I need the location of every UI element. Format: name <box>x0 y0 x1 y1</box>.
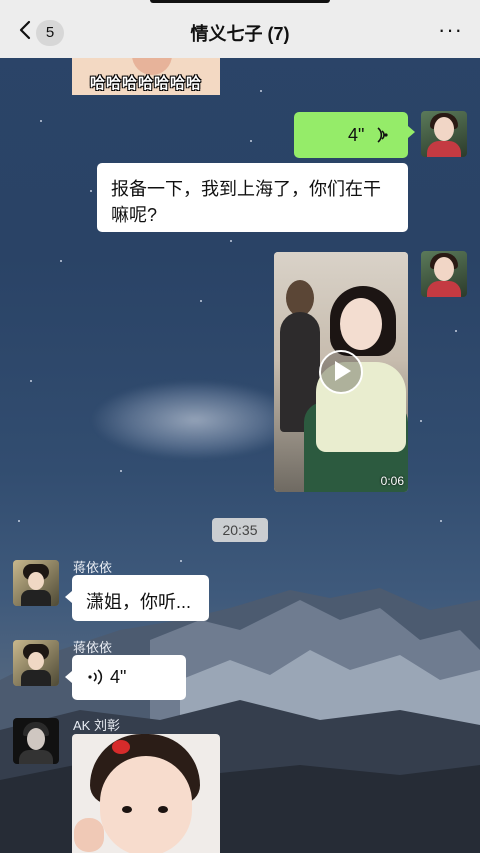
bubble-tail <box>65 591 72 603</box>
my-avatar[interactable] <box>421 111 467 157</box>
sender-name: 蒋依依 <box>73 640 113 655</box>
my-avatar[interactable] <box>421 251 467 297</box>
message-text: 潇姐，你听... <box>86 592 192 612</box>
video-message[interactable]: 0:06 <box>274 252 408 492</box>
voice-wave-icon <box>88 669 103 685</box>
message-text-line2: 嘛呢? <box>111 205 158 225</box>
voice-duration: 4" <box>348 125 365 145</box>
sender-avatar-jiang[interactable] <box>13 560 59 606</box>
more-options-icon[interactable]: ··· <box>438 19 462 42</box>
bubble-tail <box>65 671 72 683</box>
chat-header: 5 情义七子 (7) ··· <box>0 0 480 58</box>
message-text-line1: 报备一下，我到上海了，你们在干 <box>111 179 381 199</box>
sticker-image-bottom[interactable] <box>72 734 220 853</box>
sticker-caption: 哈哈哈哈哈哈哈 <box>89 75 202 92</box>
time-divider: 20:35 <box>212 518 268 542</box>
voice-duration: 4" <box>110 667 127 687</box>
bubble-tail <box>408 126 415 138</box>
cloud <box>90 380 300 460</box>
sticker-image-top[interactable]: 哈哈哈哈哈哈哈 <box>72 55 220 95</box>
voice-message-bubble[interactable]: 4" <box>294 112 408 158</box>
sender-avatar-ak[interactable] <box>13 718 59 764</box>
sender-name: 蒋依依 <box>73 560 113 575</box>
text-message-bubble[interactable]: 潇姐，你听... <box>72 575 209 621</box>
group-title: 情义七子 (7) <box>190 24 290 44</box>
play-icon[interactable] <box>335 361 351 381</box>
video-duration: 0:06 <box>380 474 404 488</box>
notch <box>150 0 330 3</box>
sender-name: AK 刘彰 <box>73 718 120 733</box>
voice-wave-icon <box>377 127 388 143</box>
text-message-bubble[interactable]: 报备一下，我到上海了，你们在干 嘛呢? <box>97 163 408 232</box>
voice-message-bubble[interactable]: 4" <box>72 655 186 700</box>
sender-avatar-jiang[interactable] <box>13 640 59 686</box>
